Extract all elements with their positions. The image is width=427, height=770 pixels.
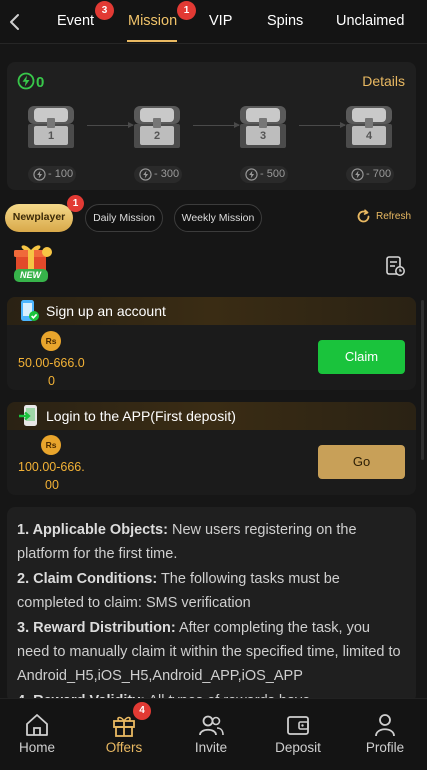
bolt-icon bbox=[245, 168, 258, 181]
claim-button[interactable]: Claim bbox=[318, 340, 405, 374]
chest-requirement: - 100 bbox=[28, 166, 76, 183]
chest-progress-card: 0 Details 1 2 3 4 - 100 - 300 - 500 - 70… bbox=[7, 62, 416, 190]
treasure-chest-icon bbox=[28, 106, 74, 148]
reward-amount-line: 0 bbox=[48, 374, 55, 388]
nav-label: Home bbox=[18, 740, 55, 755]
chest-requirement-value: - 500 bbox=[260, 168, 286, 180]
mission-log-icon[interactable] bbox=[384, 255, 406, 277]
chest-1[interactable]: 1 bbox=[22, 102, 80, 152]
nav-deposit[interactable]: Deposit bbox=[263, 699, 333, 770]
mission-rules-text: 1. Applicable Objects: New users registe… bbox=[7, 507, 416, 703]
chest-requirement: - 700 bbox=[346, 166, 394, 183]
rule-item: 3. Reward Distribution: After completing… bbox=[17, 616, 406, 689]
newplayer-notification-badge: 1 bbox=[67, 195, 84, 212]
task-title: Login to the APP(First deposit) bbox=[46, 408, 236, 424]
nav-profile[interactable]: Profile bbox=[350, 699, 420, 770]
nav-home[interactable]: Home bbox=[2, 699, 72, 770]
scrollbar[interactable] bbox=[421, 300, 424, 460]
new-gift-icon: NEW bbox=[8, 240, 56, 286]
chest-progress-arrow bbox=[87, 122, 134, 128]
rupee-coin-icon: Rs bbox=[41, 435, 61, 455]
back-arrow-icon[interactable] bbox=[4, 8, 28, 36]
nav-label: Invite bbox=[194, 740, 228, 755]
home-icon bbox=[26, 714, 48, 736]
chest-number: 3 bbox=[259, 130, 267, 142]
bolt-icon bbox=[33, 168, 46, 181]
rule-heading: 1. Applicable Objects: bbox=[17, 522, 168, 538]
chest-requirement-value: - 700 bbox=[366, 168, 392, 180]
tab-mission[interactable]: Mission bbox=[128, 13, 177, 29]
top-tab-bar: Event 3 Mission 1 VIP Spins Unclaimed bbox=[0, 0, 427, 44]
chest-progress-arrow bbox=[193, 122, 240, 128]
chest-4[interactable]: 4 bbox=[340, 102, 398, 152]
filter-daily-mission[interactable]: Daily Mission bbox=[85, 204, 163, 232]
reward-amount-line: 100.00-666. bbox=[18, 460, 85, 474]
active-tab-indicator bbox=[127, 40, 177, 42]
task-card: Sign up an account Rs 50.00-666.0 0 Clai… bbox=[7, 297, 416, 390]
chest-requirement-value: - 300 bbox=[154, 168, 180, 180]
bolt-icon bbox=[139, 168, 152, 181]
chest-3[interactable]: 3 bbox=[234, 102, 292, 152]
chest-number: 4 bbox=[365, 130, 373, 142]
nav-label: Deposit bbox=[275, 740, 321, 755]
bolt-icon bbox=[351, 168, 364, 181]
filter-weekly-mission[interactable]: Weekly Mission bbox=[174, 204, 262, 232]
treasure-chest-icon bbox=[134, 106, 180, 148]
rule-heading: 2. Claim Conditions: bbox=[17, 570, 158, 587]
task-reward-amount: 100.00-666. 00 bbox=[18, 458, 85, 494]
task-header: Sign up an account bbox=[7, 297, 416, 325]
task-reward-amount: 50.00-666.0 0 bbox=[18, 354, 85, 390]
treasure-chest-icon bbox=[346, 106, 392, 148]
filter-newplayer[interactable]: Newplayer bbox=[5, 204, 73, 232]
profile-icon bbox=[375, 714, 395, 737]
chest-number: 2 bbox=[153, 130, 161, 142]
rule-item: 1. Applicable Objects: New users registe… bbox=[17, 518, 406, 567]
chest-requirement: - 300 bbox=[134, 166, 182, 183]
wallet-icon bbox=[287, 716, 309, 735]
rupee-coin-icon: Rs bbox=[41, 331, 61, 351]
nav-offers[interactable]: 4 Offers bbox=[89, 699, 159, 770]
treasure-chest-icon bbox=[240, 106, 286, 148]
task-header: Login to the APP(First deposit) bbox=[7, 402, 416, 430]
offers-notification-badge: 4 bbox=[133, 702, 151, 720]
invite-people-icon bbox=[199, 715, 224, 736]
chest-requirement: - 500 bbox=[240, 166, 288, 183]
gift-new-label: NEW bbox=[20, 270, 41, 280]
reward-amount-line: 00 bbox=[45, 478, 59, 492]
bottom-navigation: Home 4 Offers Invite Deposit Profile bbox=[0, 698, 427, 770]
reward-amount-line: 50.00-666.0 bbox=[18, 356, 85, 370]
rule-item: 2. Claim Conditions: The following tasks… bbox=[17, 567, 406, 616]
refresh-button[interactable]: Refresh bbox=[355, 208, 415, 226]
nav-invite[interactable]: Invite bbox=[176, 699, 246, 770]
nav-label: Profile bbox=[365, 740, 405, 755]
task-title: Sign up an account bbox=[46, 303, 166, 319]
mission-notification-badge: 1 bbox=[177, 1, 196, 20]
chest-requirement-value: - 100 bbox=[48, 168, 74, 180]
bolt-points-icon bbox=[17, 72, 35, 90]
task-card: Login to the APP(First deposit) Rs 100.0… bbox=[7, 402, 416, 495]
app-login-icon bbox=[19, 405, 37, 426]
tab-vip[interactable]: VIP bbox=[209, 13, 232, 29]
tab-event[interactable]: Event bbox=[57, 13, 94, 29]
chest-progress-arrow bbox=[299, 122, 346, 128]
tab-unclaimed[interactable]: Unclaimed bbox=[336, 13, 405, 29]
phone-check-icon bbox=[21, 300, 39, 321]
nav-label: Offers bbox=[105, 740, 143, 755]
refresh-label: Refresh bbox=[376, 211, 412, 222]
tab-spins[interactable]: Spins bbox=[267, 13, 303, 29]
chest-2[interactable]: 2 bbox=[128, 102, 186, 152]
rule-heading: 3. Reward Distribution: bbox=[17, 619, 176, 636]
event-notification-badge: 3 bbox=[95, 1, 114, 20]
refresh-icon bbox=[357, 209, 370, 223]
details-link[interactable]: Details bbox=[362, 73, 405, 89]
points-value: 0 bbox=[36, 74, 45, 91]
go-button[interactable]: Go bbox=[318, 445, 405, 479]
chest-number: 1 bbox=[47, 130, 55, 142]
